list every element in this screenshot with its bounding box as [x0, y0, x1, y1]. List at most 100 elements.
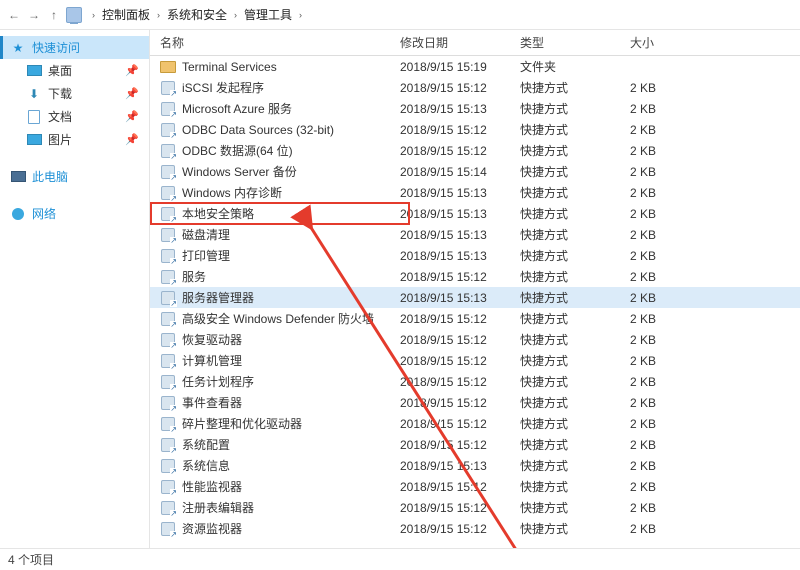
file-size: 2 KB [630, 291, 800, 305]
file-listing: 名称 修改日期 类型 大小 Terminal Services2018/9/15… [150, 30, 800, 548]
nav-back-icon[interactable]: ← [6, 7, 22, 23]
file-size: 2 KB [630, 144, 800, 158]
file-type: 快捷方式 [520, 268, 630, 285]
file-name: 本地安全策略 [182, 205, 254, 222]
file-name: ODBC Data Sources (32-bit) [182, 123, 334, 137]
status-text: 4 个项目 [8, 553, 54, 567]
sidebar-item-label: 下载 [48, 85, 72, 102]
shortcut-icon [160, 458, 176, 474]
file-type: 快捷方式 [520, 184, 630, 201]
col-size[interactable]: 大小 [630, 34, 800, 51]
file-row[interactable]: 性能监视器2018/9/15 15:12快捷方式2 KB [150, 476, 800, 497]
file-date: 2018/9/15 15:12 [400, 480, 520, 494]
file-row[interactable]: 打印管理2018/9/15 15:13快捷方式2 KB [150, 245, 800, 266]
sidebar-item-label: 图片 [48, 131, 72, 148]
shortcut-icon [160, 206, 176, 222]
shortcut-icon [160, 269, 176, 285]
file-row[interactable]: Terminal Services2018/9/15 15:19文件夹 [150, 56, 800, 77]
shortcut-icon [160, 122, 176, 138]
pc-icon [10, 169, 26, 185]
sidebar-thispc[interactable]: 此电脑 [0, 165, 149, 188]
file-type: 快捷方式 [520, 415, 630, 432]
file-name: 系统配置 [182, 436, 230, 453]
file-row[interactable]: 磁盘清理2018/9/15 15:13快捷方式2 KB [150, 224, 800, 245]
file-name: 事件查看器 [182, 394, 242, 411]
file-size: 2 KB [630, 480, 800, 494]
shortcut-icon [160, 80, 176, 96]
file-row[interactable]: 服务2018/9/15 15:12快捷方式2 KB [150, 266, 800, 287]
file-row[interactable]: 服务器管理器2018/9/15 15:13快捷方式2 KB [150, 287, 800, 308]
file-name: 服务 [182, 268, 206, 285]
file-date: 2018/9/15 15:12 [400, 354, 520, 368]
shortcut-icon [160, 143, 176, 159]
file-row[interactable]: 恢复驱动器2018/9/15 15:12快捷方式2 KB [150, 329, 800, 350]
file-name: 服务器管理器 [182, 289, 254, 306]
file-date: 2018/9/15 15:13 [400, 102, 520, 116]
pin-icon: 📌 [125, 110, 139, 123]
file-name: Microsoft Azure 服务 [182, 100, 292, 117]
col-date[interactable]: 修改日期 [400, 34, 520, 51]
file-type: 快捷方式 [520, 457, 630, 474]
file-row[interactable]: 系统配置2018/9/15 15:12快捷方式2 KB [150, 434, 800, 455]
nav-up-icon[interactable]: ↑ [46, 7, 62, 23]
file-type: 快捷方式 [520, 352, 630, 369]
sidebar-item-pictures[interactable]: 图片 📌 [0, 128, 149, 151]
file-row[interactable]: 事件查看器2018/9/15 15:12快捷方式2 KB [150, 392, 800, 413]
col-type[interactable]: 类型 [520, 34, 630, 51]
file-row[interactable]: 资源监视器2018/9/15 15:12快捷方式2 KB [150, 518, 800, 539]
chevron-right-icon: › [90, 10, 97, 20]
file-date: 2018/9/15 15:13 [400, 186, 520, 200]
sidebar-item-desktop[interactable]: 桌面 📌 [0, 59, 149, 82]
file-row[interactable]: Microsoft Azure 服务2018/9/15 15:13快捷方式2 K… [150, 98, 800, 119]
file-date: 2018/9/15 15:12 [400, 333, 520, 347]
file-name: Terminal Services [182, 60, 277, 74]
nav-forward-icon[interactable]: → [26, 7, 42, 23]
sidebar-item-label: 桌面 [48, 62, 72, 79]
file-row[interactable]: ODBC 数据源(64 位)2018/9/15 15:12快捷方式2 KB [150, 140, 800, 161]
file-date: 2018/9/15 15:12 [400, 144, 520, 158]
breadcrumb-item[interactable]: 管理工具 [241, 5, 295, 24]
file-date: 2018/9/15 15:13 [400, 228, 520, 242]
file-row[interactable]: iSCSI 发起程序2018/9/15 15:12快捷方式2 KB [150, 77, 800, 98]
pin-icon: 📌 [125, 87, 139, 100]
file-row[interactable]: 系统信息2018/9/15 15:13快捷方式2 KB [150, 455, 800, 476]
file-type: 快捷方式 [520, 373, 630, 390]
breadcrumb-item[interactable]: 系统和安全 [164, 5, 230, 24]
file-name: 碎片整理和优化驱动器 [182, 415, 302, 432]
download-icon [26, 86, 42, 102]
breadcrumb-item[interactable]: 控制面板 [99, 5, 153, 24]
file-row[interactable]: 任务计划程序2018/9/15 15:12快捷方式2 KB [150, 371, 800, 392]
file-size: 2 KB [630, 417, 800, 431]
file-row[interactable]: Windows 内存诊断 2018/9/15 15:13快捷方式2 KB [150, 182, 800, 203]
file-row[interactable]: 本地安全策略2018/9/15 15:13快捷方式2 KB [150, 203, 800, 224]
column-headers: 名称 修改日期 类型 大小 [150, 30, 800, 56]
file-type: 快捷方式 [520, 394, 630, 411]
desktop-icon [26, 63, 42, 79]
breadcrumb[interactable]: › 控制面板 › 系统和安全 › 管理工具 › [90, 5, 304, 24]
file-row[interactable]: 高级安全 Windows Defender 防火墙2018/9/15 15:12… [150, 308, 800, 329]
shortcut-icon [160, 437, 176, 453]
col-name[interactable]: 名称 [150, 34, 400, 51]
chevron-right-icon: › [297, 10, 304, 20]
file-type: 快捷方式 [520, 226, 630, 243]
file-row[interactable]: 计算机管理2018/9/15 15:12快捷方式2 KB [150, 350, 800, 371]
file-type: 快捷方式 [520, 310, 630, 327]
sidebar-item-documents[interactable]: 文档 📌 [0, 105, 149, 128]
sidebar-item-downloads[interactable]: 下载 📌 [0, 82, 149, 105]
file-row[interactable]: 注册表编辑器2018/9/15 15:12快捷方式2 KB [150, 497, 800, 518]
file-row[interactable]: ODBC Data Sources (32-bit)2018/9/15 15:1… [150, 119, 800, 140]
file-size: 2 KB [630, 375, 800, 389]
file-name: Windows 内存诊断 [182, 184, 282, 201]
file-row[interactable]: 碎片整理和优化驱动器 2018/9/15 15:12快捷方式2 KB [150, 413, 800, 434]
file-row[interactable]: Windows Server 备份2018/9/15 15:14快捷方式2 KB [150, 161, 800, 182]
file-date: 2018/9/15 15:12 [400, 81, 520, 95]
file-date: 2018/9/15 15:13 [400, 291, 520, 305]
sidebar-network[interactable]: 网络 [0, 202, 149, 225]
file-size: 2 KB [630, 186, 800, 200]
file-name: 性能监视器 [182, 478, 242, 495]
file-type: 快捷方式 [520, 121, 630, 138]
sidebar-item-label: 文档 [48, 108, 72, 125]
sidebar-quickaccess[interactable]: 快速访问 [0, 36, 149, 59]
folder-icon [160, 59, 176, 75]
file-date: 2018/9/15 15:12 [400, 417, 520, 431]
